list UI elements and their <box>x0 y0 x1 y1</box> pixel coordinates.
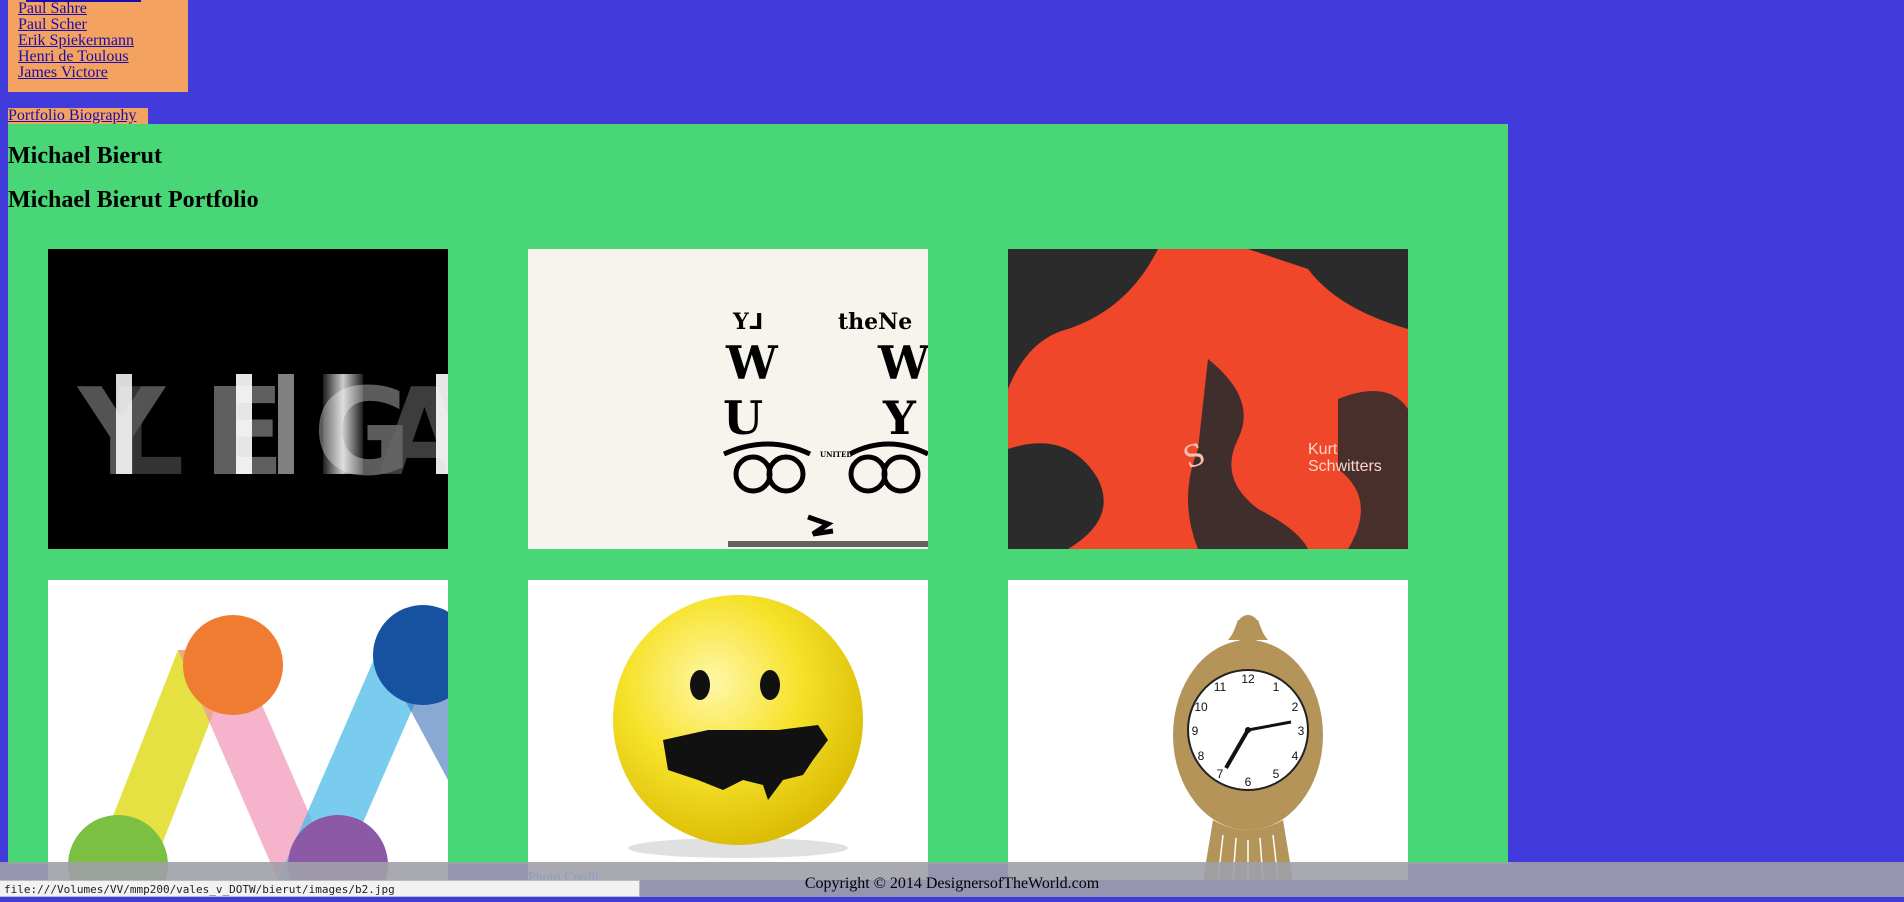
designer-link-james-victore[interactable]: James Victore <box>18 64 108 81</box>
menu-top-cut-link[interactable] <box>26 0 141 2</box>
portfolio-heading: Michael Bierut Portfolio <box>8 187 259 213</box>
svg-text:6: 6 <box>1245 775 1252 789</box>
portfolio-tile-yeg[interactable]: Y L E G A <box>48 249 448 549</box>
svg-text:11: 11 <box>1214 680 1227 694</box>
svg-text:1: 1 <box>1273 680 1280 694</box>
portfolio-tile-clock[interactable]: 12 1 2 3 4 5 6 7 8 9 10 11 <box>1008 580 1408 880</box>
svg-text:12: 12 <box>1241 672 1255 686</box>
svg-text:10: 10 <box>1194 700 1208 714</box>
designer-link-erik-spiekermann[interactable]: Erik Spiekermann <box>18 32 134 49</box>
yeg-artwork: Y L E G A <box>76 364 448 503</box>
svg-text:UNITED: UNITED <box>820 450 852 459</box>
designer-link-paul-sahre[interactable]: Paul Sahre <box>18 0 87 17</box>
designer-item: Paul Sahre <box>18 1 188 17</box>
svg-text:4: 4 <box>1292 749 1299 763</box>
designer-name-heading: Michael Bierut <box>8 143 162 169</box>
svg-text:2: 2 <box>1292 700 1299 714</box>
svg-text:U: U <box>723 391 763 445</box>
designer-menu: Paul Sahre Paul Scher Erik Spiekermann H… <box>8 0 188 92</box>
svg-text:5: 5 <box>1273 767 1280 781</box>
clock-artwork: 12 1 2 3 4 5 6 7 8 9 10 11 <box>1173 615 1323 880</box>
svg-text:7: 7 <box>1217 767 1224 781</box>
svg-text:Schwitters: Schwitters <box>1308 458 1382 475</box>
portfolio-tile-kurt-schwitters[interactable]: S Kurt Schwitters <box>1008 249 1408 549</box>
portfolio-biography-link[interactable]: Portfolio Biography <box>8 107 136 124</box>
designer-item: Erik Spiekermann <box>18 33 188 49</box>
kurt-schwitters-artwork: S Kurt Schwitters <box>1008 249 1408 549</box>
designer-item: James Victore <box>18 65 188 81</box>
designer-link-henri-de-toulous[interactable]: Henri de Toulous <box>18 48 129 65</box>
svg-text:9: 9 <box>1192 724 1199 738</box>
browser-status-bar: file:///Volumes/VV/mmp200/vales_v_DOTW/b… <box>0 880 640 897</box>
portfolio-tile-united[interactable]: Y⅃ theNe W W U Y UNITED <box>528 249 928 549</box>
designer-item: Henri de Toulous <box>18 49 188 65</box>
designer-link-paul-scher[interactable]: Paul Scher <box>18 16 87 33</box>
svg-text:Y⅃: Y⅃ <box>732 309 763 335</box>
svg-text:theNe: theNe <box>838 309 912 335</box>
portfolio-tile-smiley-usa[interactable] <box>528 580 928 880</box>
designer-list: Paul Sahre Paul Scher Erik Spiekermann H… <box>8 0 188 81</box>
main-content: Michael Bierut Michael Bierut Portfolio … <box>8 124 1508 880</box>
svg-text:3: 3 <box>1298 724 1305 738</box>
united-artwork: Y⅃ theNe W W U Y UNITED <box>722 309 928 547</box>
page-bottom-edge <box>0 897 1904 902</box>
svg-text:W: W <box>877 336 928 390</box>
svg-text:Y: Y <box>882 391 917 445</box>
portfolio-tile-m[interactable] <box>48 580 448 880</box>
svg-text:Kurt: Kurt <box>1308 441 1338 458</box>
svg-text:W: W <box>725 336 779 390</box>
designer-item: Paul Scher <box>18 17 188 33</box>
m-artwork <box>68 605 448 880</box>
smiley-usa-artwork <box>613 595 863 858</box>
svg-text:8: 8 <box>1198 749 1205 763</box>
page-links-bar: Portfolio Biography <box>8 107 149 124</box>
